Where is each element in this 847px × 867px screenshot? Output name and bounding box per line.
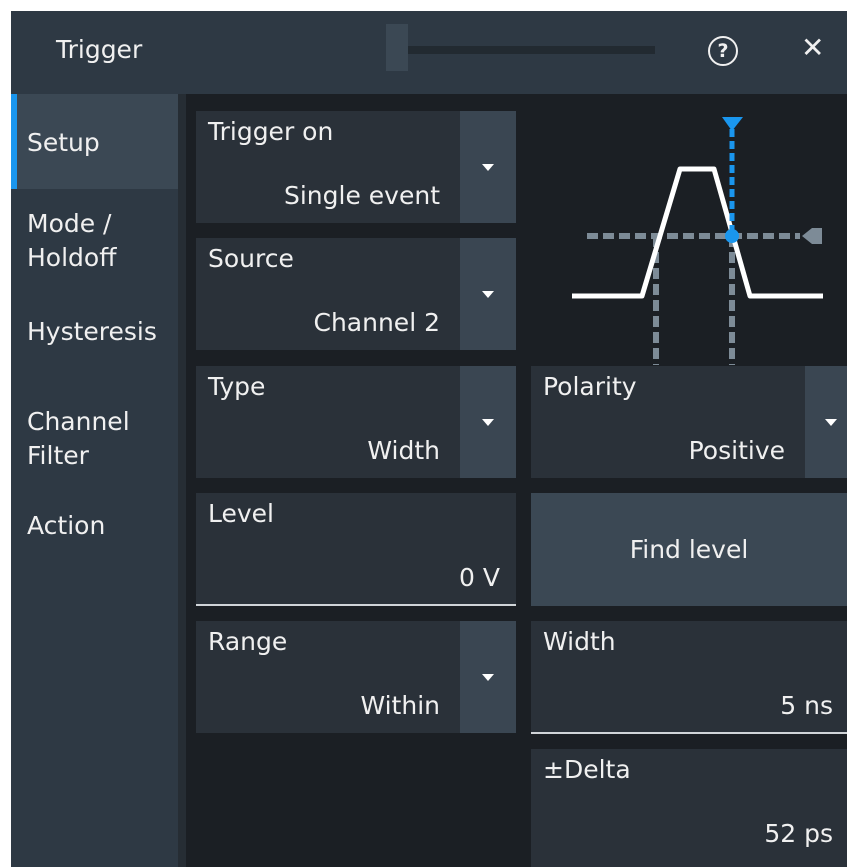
dialog-title: Trigger <box>56 35 143 64</box>
field-value: Channel 2 <box>313 308 441 337</box>
field-value: 52 ps <box>764 819 833 848</box>
dropdown-caret-icon <box>482 291 494 298</box>
field-label: Source <box>208 244 294 273</box>
title-bar[interactable]: Trigger ? ✕ <box>11 11 847 94</box>
field-label: Trigger on <box>208 117 334 146</box>
source-dropdown[interactable]: Source Channel 2 <box>196 238 516 350</box>
sidebar-item-channel-filter[interactable]: Channel Filter <box>11 389 178 479</box>
sidebar-item-hysteresis[interactable]: Hysteresis <box>11 299 178 369</box>
level-marker-icon <box>802 228 822 244</box>
help-icon[interactable]: ? <box>708 36 738 66</box>
dropdown-caret-icon <box>482 674 494 681</box>
type-dropdown[interactable]: Type Width <box>196 366 516 478</box>
sidebar-item-setup[interactable]: Setup <box>11 94 178 189</box>
field-value: Width <box>367 436 440 465</box>
field-underline <box>196 604 516 606</box>
trigger-on-dropdown[interactable]: Trigger on Single event <box>196 111 516 223</box>
field-label: Level <box>208 499 274 528</box>
trigger-dialog: Trigger ? ✕ Setup Mode / Holdoff Hystere… <box>11 11 847 867</box>
field-underline <box>531 732 847 734</box>
width-field[interactable]: Width 5 ns <box>531 621 847 734</box>
field-value: Within <box>360 691 440 720</box>
dropdown-button[interactable] <box>460 111 516 223</box>
pulse-waveform <box>572 166 823 299</box>
field-label: Range <box>208 627 288 656</box>
range-dropdown[interactable]: Range Within <box>196 621 516 733</box>
close-icon[interactable]: ✕ <box>801 31 824 64</box>
delta-field[interactable]: ±Delta 52 ps <box>531 749 847 867</box>
field-label: Width <box>543 627 616 656</box>
find-level-button[interactable]: Find level <box>531 493 847 606</box>
trigger-position-marker-icon <box>722 117 743 131</box>
transparency-slider-handle[interactable] <box>386 24 408 71</box>
trigger-point <box>725 229 739 243</box>
dropdown-caret-icon <box>482 419 494 426</box>
dropdown-caret-icon <box>482 164 494 171</box>
field-label: ±Delta <box>543 755 631 784</box>
field-value: 5 ns <box>780 691 833 720</box>
sidebar: Setup Mode / Holdoff Hysteresis Channel … <box>11 94 178 867</box>
field-label: Polarity <box>543 372 637 401</box>
field-value: Positive <box>688 436 785 465</box>
transparency-slider-track[interactable] <box>393 46 655 54</box>
field-label: Type <box>208 372 266 401</box>
sidebar-item-label: Mode / Holdoff <box>27 209 117 272</box>
sidebar-item-action[interactable]: Action <box>11 499 178 569</box>
sidebar-separator <box>178 94 186 867</box>
sidebar-item-label: Action <box>27 511 106 540</box>
dropdown-button[interactable] <box>805 366 847 478</box>
dropdown-button[interactable] <box>460 621 516 733</box>
field-value: Single event <box>283 181 440 210</box>
dropdown-button[interactable] <box>460 366 516 478</box>
level-field[interactable]: Level 0 V <box>196 493 516 606</box>
sidebar-item-label: Channel Filter <box>27 407 130 470</box>
button-label: Find level <box>629 535 749 564</box>
dropdown-caret-icon <box>825 419 837 426</box>
active-indicator <box>11 94 17 189</box>
field-value: 0 V <box>459 563 500 592</box>
sidebar-item-label: Hysteresis <box>27 317 157 346</box>
sidebar-item-mode-holdoff[interactable]: Mode / Holdoff <box>11 189 178 284</box>
sidebar-item-label: Setup <box>27 128 100 157</box>
polarity-dropdown[interactable]: Polarity Positive <box>531 366 847 478</box>
positive-pulse-width-diagram <box>572 117 823 365</box>
dropdown-button[interactable] <box>460 238 516 350</box>
